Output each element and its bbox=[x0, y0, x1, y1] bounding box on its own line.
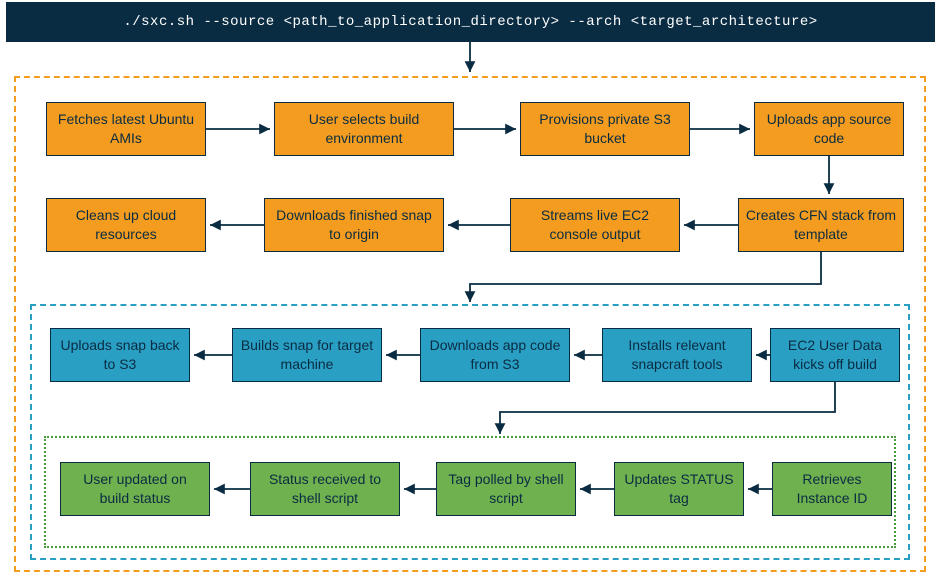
node-download-app-code: Downloads app code from S3 bbox=[420, 328, 570, 382]
label: Fetches latest Ubuntu AMIs bbox=[53, 110, 199, 148]
label: Downloads app code from S3 bbox=[427, 336, 563, 374]
command-bar: ./sxc.sh --source <path_to_application_d… bbox=[6, 2, 935, 42]
node-upload-snap-s3: Uploads snap back to S3 bbox=[50, 328, 190, 382]
label: Installs relevant snapcraft tools bbox=[609, 336, 745, 374]
label: Uploads app source code bbox=[761, 110, 897, 148]
node-fetch-ami: Fetches latest Ubuntu AMIs bbox=[46, 102, 206, 156]
node-ec2-userdata: EC2 User Data kicks off build bbox=[770, 328, 900, 382]
node-cleanup: Cleans up cloud resources bbox=[46, 198, 206, 252]
node-provision-s3: Provisions private S3 bucket bbox=[520, 102, 690, 156]
node-build-snap: Builds snap for target machine bbox=[232, 328, 382, 382]
node-install-snapcraft: Installs relevant snapcraft tools bbox=[602, 328, 752, 382]
label: Retrieves Instance ID bbox=[779, 470, 885, 508]
label: Downloads finished snap to origin bbox=[271, 206, 437, 244]
node-user-updated: User updated on build status bbox=[60, 462, 210, 516]
node-status-received: Status received to shell script bbox=[250, 462, 400, 516]
node-upload-source: Uploads app source code bbox=[754, 102, 904, 156]
label: Updates STATUS tag bbox=[621, 470, 737, 508]
label: Uploads snap back to S3 bbox=[57, 336, 183, 374]
label: Status received to shell script bbox=[257, 470, 393, 508]
label: Provisions private S3 bucket bbox=[527, 110, 683, 148]
label: Creates CFN stack from template bbox=[745, 206, 897, 244]
node-download-snap: Downloads finished snap to origin bbox=[264, 198, 444, 252]
label: Builds snap for target machine bbox=[239, 336, 375, 374]
label: Cleans up cloud resources bbox=[53, 206, 199, 244]
node-stream-console: Streams live EC2 console output bbox=[510, 198, 680, 252]
node-select-env: User selects build environment bbox=[274, 102, 454, 156]
label: User selects build environment bbox=[281, 110, 447, 148]
node-tag-polled: Tag polled by shell script bbox=[436, 462, 576, 516]
node-create-cfn: Creates CFN stack from template bbox=[738, 198, 904, 252]
label: Streams live EC2 console output bbox=[517, 206, 673, 244]
label: Tag polled by shell script bbox=[443, 470, 569, 508]
label: User updated on build status bbox=[67, 470, 203, 508]
node-retrieve-instance: Retrieves Instance ID bbox=[772, 462, 892, 516]
node-update-status-tag: Updates STATUS tag bbox=[614, 462, 744, 516]
label: EC2 User Data kicks off build bbox=[777, 336, 893, 374]
command-text: ./sxc.sh --source <path_to_application_d… bbox=[123, 14, 817, 30]
